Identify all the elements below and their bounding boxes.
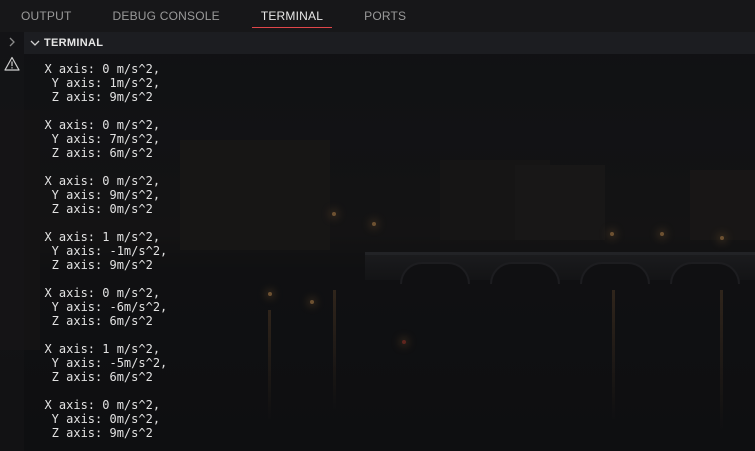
output-line: Y axis: 0m/s^2, [30, 412, 161, 426]
output-line: Z axis: 0m/s^2 [30, 202, 153, 216]
output-line: X axis: 0 m/s^2, [30, 118, 161, 132]
output-block: X axis: 0 m/s^2, Y axis: 7m/s^2, Z axis:… [30, 118, 750, 160]
terminal-output[interactable]: X axis: 0 m/s^2, Y axis: 1m/s^2, Z axis:… [30, 62, 750, 447]
output-line: Z axis: 9m/s^2 [30, 426, 153, 440]
tab-terminal[interactable]: TERMINAL [251, 0, 333, 32]
output-line: Y axis: 9m/s^2, [30, 188, 161, 202]
output-line: Y axis: -6m/s^2, [30, 300, 168, 314]
side-strip [0, 32, 24, 451]
output-line: Z axis: 6m/s^2 [30, 314, 153, 328]
output-line: X axis: 1 m/s^2, [30, 342, 161, 356]
output-line: Y axis: 7m/s^2, [30, 132, 161, 146]
tab-debug-console[interactable]: DEBUG CONSOLE [104, 0, 229, 32]
output-block: X axis: 0 m/s^2, Y axis: 9m/s^2, Z axis:… [30, 174, 750, 216]
tab-output[interactable]: OUTPUT [12, 0, 81, 32]
warning-icon[interactable] [4, 56, 20, 72]
output-line: Y axis: -1m/s^2, [30, 244, 168, 258]
output-line: Z axis: 9m/s^2 [30, 90, 153, 104]
output-line: Z axis: 9m/s^2 [30, 258, 153, 272]
output-line: X axis: 1 m/s^2, [30, 230, 161, 244]
chevron-right-icon[interactable] [6, 36, 18, 48]
section-title: TERMINAL [44, 37, 104, 49]
output-block: X axis: 1 m/s^2, Y axis: -1m/s^2, Z axis… [30, 230, 750, 272]
output-line: X axis: 0 m/s^2, [30, 286, 161, 300]
panel-tab-bar: OUTPUT DEBUG CONSOLE TERMINAL PORTS [0, 0, 755, 32]
output-line: Y axis: 1m/s^2, [30, 76, 161, 90]
output-line: X axis: 0 m/s^2, [30, 174, 161, 188]
output-line: Z axis: 6m/s^2 [30, 370, 153, 384]
output-block: X axis: 1 m/s^2, Y axis: -5m/s^2, Z axis… [30, 342, 750, 384]
output-line: X axis: 0 m/s^2, [30, 62, 161, 76]
output-line: Z axis: 6m/s^2 [30, 146, 153, 160]
output-line: Y axis: -5m/s^2, [30, 356, 168, 370]
output-block: X axis: 0 m/s^2, Y axis: -6m/s^2, Z axis… [30, 286, 750, 328]
output-block: X axis: 0 m/s^2, Y axis: 0m/s^2, Z axis:… [30, 398, 750, 440]
output-block: X axis: 0 m/s^2, Y axis: 1m/s^2, Z axis:… [30, 62, 750, 104]
chevron-down-icon [30, 40, 40, 46]
output-line: X axis: 0 m/s^2, [30, 398, 161, 412]
terminal-section-header[interactable]: TERMINAL [24, 32, 755, 54]
tab-ports[interactable]: PORTS [355, 0, 415, 32]
